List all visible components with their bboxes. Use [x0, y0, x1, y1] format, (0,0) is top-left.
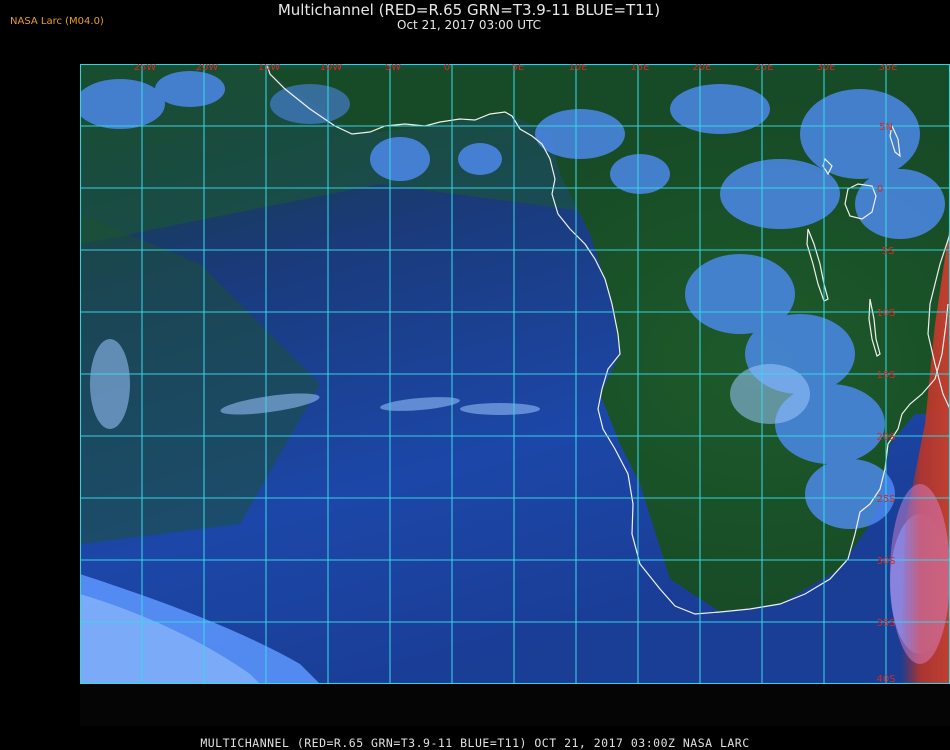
- lon-label: 15E: [630, 64, 649, 73]
- lon-label: 15W: [258, 64, 281, 73]
- lon-label: 25E: [754, 64, 773, 73]
- east-edge-pink-clouds: [890, 484, 950, 664]
- lon-label: 0: [444, 64, 450, 73]
- lat-label: 30S: [876, 556, 895, 567]
- lon-label: 30E: [816, 64, 835, 73]
- lon-label: 10E: [568, 64, 587, 73]
- lon-label: 35E: [878, 64, 897, 73]
- satellite-map[interactable]: 25W 20W 15W 10W 5W 0 5E 10E 15E 20E 25E …: [80, 64, 950, 684]
- lat-label: 25S: [876, 494, 895, 505]
- lon-label: 5W: [385, 64, 401, 73]
- lat-label: 10S: [876, 308, 895, 319]
- lon-label: 10W: [320, 64, 343, 73]
- lat-label: 35S: [876, 618, 895, 629]
- lat-label: 5N: [879, 122, 893, 133]
- footer-caption: MULTICHANNEL (RED=R.65 GRN=T3.9-11 BLUE=…: [200, 736, 750, 750]
- lat-label: 20S: [876, 432, 895, 443]
- lon-label: 25W: [134, 64, 157, 73]
- map-bottom-margin: [80, 684, 950, 726]
- satellite-map-svg: 25W 20W 15W 10W 5W 0 5E 10E 15E 20E 25E …: [80, 64, 950, 684]
- lat-label: 5S: [882, 246, 895, 257]
- lat-label: 40S: [876, 674, 895, 684]
- image-title: Multichannel (RED=R.65 GRN=T3.9-11 BLUE=…: [277, 1, 661, 19]
- lat-label: 0: [877, 184, 883, 195]
- lon-label: 5E: [512, 64, 525, 73]
- lon-label: 20W: [196, 64, 219, 73]
- image-timestamp: Oct 21, 2017 03:00 UTC: [397, 18, 541, 32]
- lat-label: 15S: [876, 370, 895, 381]
- lon-label: 20E: [692, 64, 711, 73]
